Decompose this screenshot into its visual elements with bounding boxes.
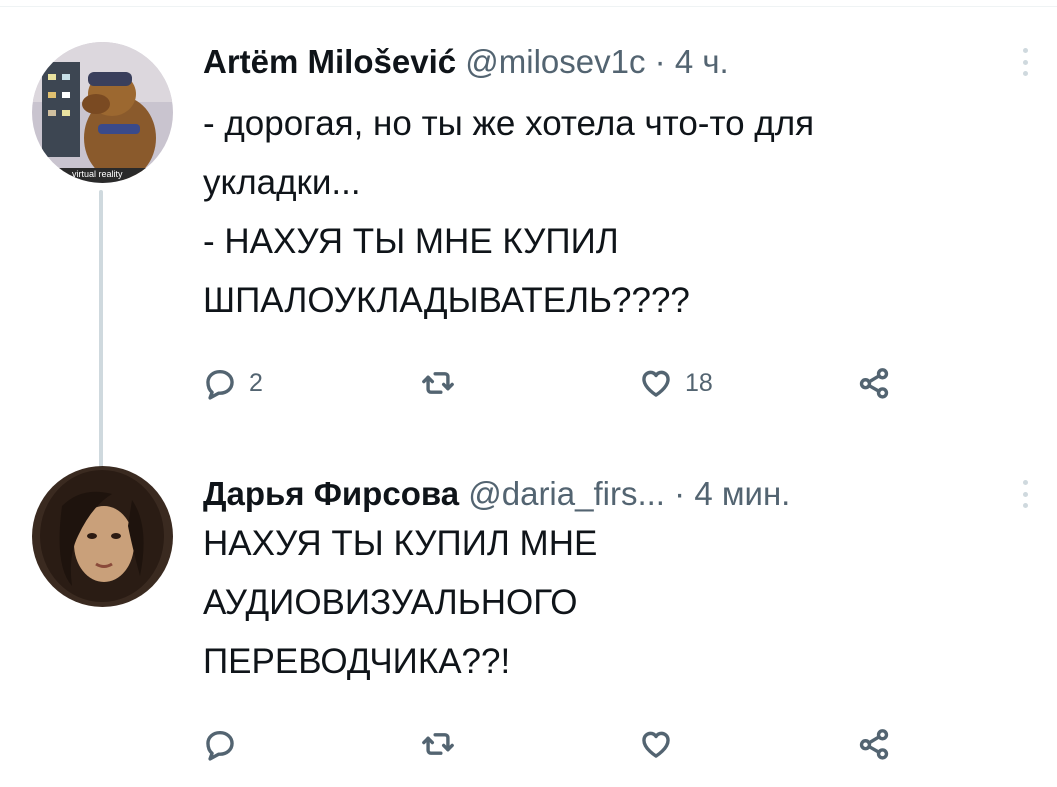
share-icon — [859, 368, 889, 399]
timestamp[interactable]: 4 мин. — [694, 475, 790, 512]
text-line: укладки... — [203, 163, 361, 202]
like-count: 18 — [685, 368, 713, 397]
text-line: - НАХУЯ ТЫ МНЕ КУПИЛ — [203, 222, 619, 261]
action-bar: 2 18 — [203, 363, 963, 403]
separator: · — [674, 475, 686, 512]
retweet-icon — [422, 372, 454, 394]
share-button[interactable] — [857, 363, 891, 403]
share-button[interactable] — [857, 724, 891, 764]
more-options-icon[interactable] — [1015, 44, 1035, 80]
separator: · — [654, 43, 666, 80]
share-icon — [859, 729, 889, 760]
tweet[interactable]: virtual reality Artёm Milošević @milosev… — [0, 30, 1057, 482]
tweet[interactable]: Дарья Фирсова @daria_firs... · 4 мин. НА… — [0, 462, 1057, 782]
avatar-caption: virtual reality — [72, 169, 123, 179]
avatar[interactable] — [32, 466, 173, 607]
avatar-image — [32, 42, 173, 183]
retweet-button[interactable] — [421, 363, 467, 403]
author-handle[interactable]: @milosev1c — [465, 43, 645, 80]
avatar-image — [32, 466, 173, 607]
retweet-icon — [422, 733, 454, 755]
avatar[interactable]: virtual reality — [32, 42, 173, 183]
timestamp[interactable]: 4 ч. — [675, 43, 729, 80]
reply-button[interactable] — [203, 724, 249, 764]
author-handle[interactable]: @daria_firs... — [468, 475, 665, 512]
thread-line — [99, 190, 103, 482]
reply-icon — [206, 369, 234, 400]
author-name[interactable]: Artёm Milošević — [203, 43, 456, 80]
tweet-text: - дорогая, но ты же хотела что-то для ук… — [203, 94, 1023, 330]
text-line: АУДИОВИЗУАЛЬНОГО — [203, 583, 578, 622]
heart-icon — [642, 370, 670, 397]
tweet-text: НАХУЯ ТЫ КУПИЛ МНЕ АУДИОВИЗУАЛЬНОГО ПЕРЕ… — [203, 514, 1023, 691]
reply-count: 2 — [249, 368, 263, 397]
tweet-header: Artёm Milošević @milosev1c · 4 ч. — [203, 40, 997, 84]
action-bar — [203, 724, 963, 764]
tweet-header: Дарья Фирсова @daria_firs... · 4 мин. — [203, 472, 997, 516]
text-line: НАХУЯ ТЫ КУПИЛ МНЕ — [203, 524, 598, 563]
reply-icon — [206, 730, 234, 761]
heart-icon — [642, 731, 670, 758]
text-line: ШПАЛОУКЛАДЫВАТЕЛЬ???? — [203, 281, 690, 320]
text-line: ПЕРЕВОДЧИКА??! — [203, 642, 511, 681]
text-line: - дорогая, но ты же хотела что-то для — [203, 104, 815, 143]
like-button[interactable]: 18 — [639, 363, 713, 403]
more-options-icon[interactable] — [1015, 476, 1035, 512]
reply-button[interactable]: 2 — [203, 363, 263, 403]
top-divider — [0, 6, 1057, 7]
author-name[interactable]: Дарья Фирсова — [203, 475, 459, 512]
like-button[interactable] — [639, 724, 685, 764]
retweet-button[interactable] — [421, 724, 467, 764]
